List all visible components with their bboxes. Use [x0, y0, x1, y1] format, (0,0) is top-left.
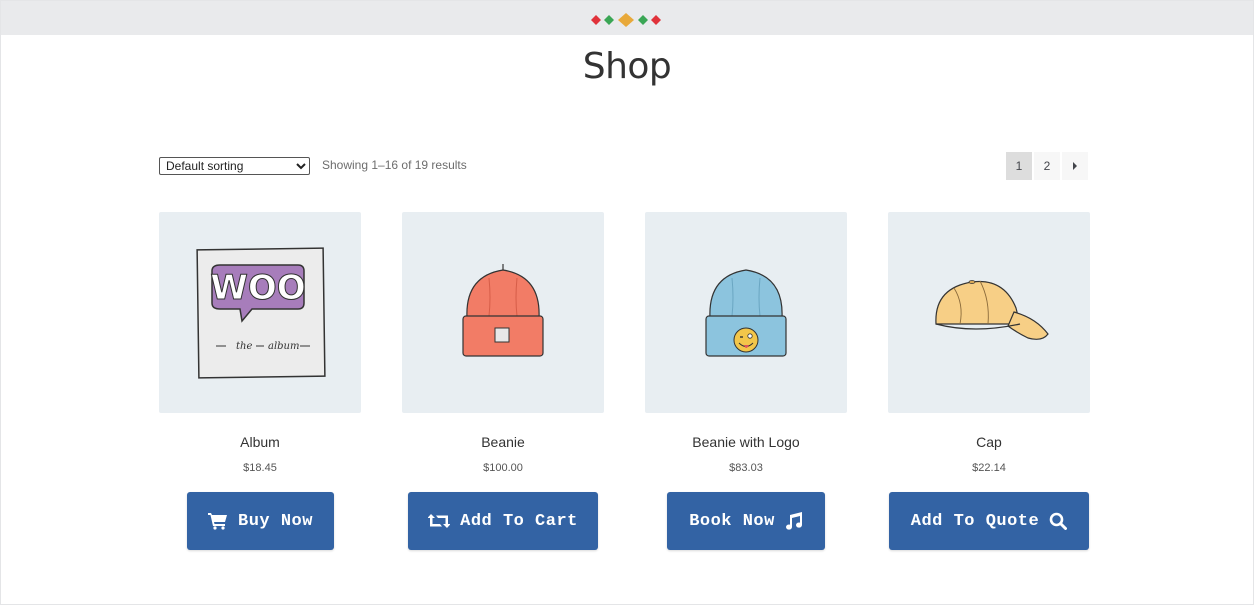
add-to-quote-button[interactable]: Add To Quote — [889, 492, 1089, 550]
book-now-button[interactable]: Book Now — [667, 492, 825, 550]
caret-right-icon — [1073, 162, 1077, 170]
blue-beanie-logo-image — [705, 268, 787, 357]
pagination: 1 2 — [1006, 152, 1088, 180]
product-name[interactable]: Cap — [888, 434, 1090, 450]
result-count: Showing 1–16 of 19 results — [322, 158, 467, 172]
product-cap: Cap $22.14 Add To Quote — [888, 212, 1090, 550]
product-beanie: Beanie $100.00 Add To Cart — [402, 212, 604, 550]
orange-beanie-image — [462, 263, 544, 357]
product-beanie-with-logo: Beanie with Logo $83.03 Book Now — [645, 212, 847, 550]
product-price: $83.03 — [729, 462, 763, 474]
product-name[interactable]: Beanie with Logo — [645, 434, 847, 450]
shopping-cart-icon — [208, 513, 228, 530]
album-cover-image: WOO the album — [196, 246, 326, 379]
search-icon — [1049, 512, 1068, 530]
add-to-quote-label: Add To Quote — [910, 511, 1040, 531]
diamonds-logo-icon[interactable] — [591, 13, 665, 27]
svg-text:the: the — [236, 341, 252, 352]
sorting-select[interactable]: Default sorting — [159, 157, 310, 175]
product-price: $18.45 — [243, 462, 277, 474]
music-note-icon — [785, 512, 802, 530]
cap-image — [935, 279, 1049, 340]
next-page-button[interactable] — [1062, 152, 1088, 180]
add-to-cart-label: Add To Cart — [460, 511, 578, 531]
product-album: WOO the album Album $18.45 Buy Now — [159, 212, 361, 550]
product-image-beanie-with-logo[interactable] — [645, 212, 847, 413]
book-now-label: Book Now — [689, 511, 775, 531]
page-2-button[interactable]: 2 — [1034, 152, 1060, 180]
product-image-album[interactable]: WOO the album — [159, 212, 361, 413]
buy-now-label: Buy Now — [238, 511, 313, 531]
product-image-beanie[interactable] — [402, 212, 604, 413]
buy-now-button[interactable]: Buy Now — [187, 492, 334, 550]
retweet-icon — [428, 514, 451, 528]
product-price: $100.00 — [483, 462, 523, 474]
product-name[interactable]: Album — [159, 434, 361, 450]
product-image-cap[interactable] — [888, 212, 1090, 413]
page-title: Shop — [582, 46, 672, 87]
add-to-cart-button[interactable]: Add To Cart — [408, 492, 598, 550]
product-price: $22.14 — [972, 462, 1006, 474]
top-bar — [1, 1, 1253, 35]
svg-text:album: album — [268, 341, 299, 352]
page-1-button[interactable]: 1 — [1006, 152, 1032, 180]
svg-text:WOO: WOO — [210, 268, 305, 308]
product-name[interactable]: Beanie — [402, 434, 604, 450]
